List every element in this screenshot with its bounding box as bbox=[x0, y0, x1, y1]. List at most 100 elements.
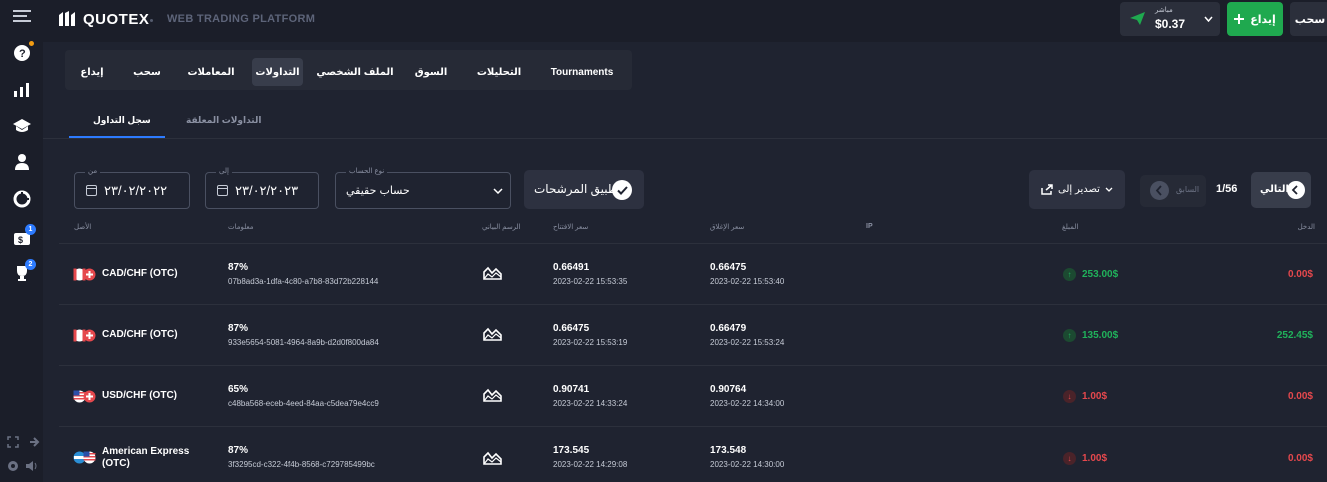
settings-sound-icon[interactable] bbox=[4, 456, 44, 476]
previous-page-button[interactable]: السابق bbox=[1140, 175, 1206, 207]
payout-percent: 87% bbox=[228, 262, 249, 273]
active-tab-indicator bbox=[69, 136, 165, 138]
trade-id: 07b8ad3a-1dfa-4c80-a7b8-83d72b228144 bbox=[228, 277, 379, 286]
menu-item-market[interactable]: السوق bbox=[403, 58, 459, 86]
next-page-button[interactable]: التالي bbox=[1251, 172, 1311, 208]
chart-icon[interactable] bbox=[483, 388, 502, 402]
open-price: 173.545 bbox=[553, 445, 590, 456]
sub-tabs: سجل التداول التداولات المعلقة bbox=[43, 104, 1327, 139]
apply-filters-button[interactable]: تطبيق المرشحات bbox=[524, 170, 644, 209]
date-to-field[interactable]: إلى ٢٣/٠٢/٢٠٢٣ bbox=[205, 167, 319, 209]
open-time: 2023-02-22 15:53:35 bbox=[553, 277, 628, 286]
account-type-label: مباشر bbox=[1155, 7, 1173, 14]
next-label: التالي bbox=[1260, 184, 1289, 195]
col-header-close-price: سعر الإغلاق bbox=[710, 224, 745, 231]
help-chat-icon[interactable]: ? bbox=[12, 41, 34, 63]
menu-item-label: التداولات bbox=[255, 66, 300, 78]
menu-icon[interactable] bbox=[12, 6, 32, 26]
tab-trade-history[interactable]: سجل التداول bbox=[93, 115, 151, 126]
close-time: 2023-02-22 15:53:40 bbox=[710, 277, 785, 286]
col-header-ip: IP bbox=[866, 223, 873, 230]
separator-dot bbox=[150, 19, 153, 22]
menu-item-label: إيداع bbox=[80, 66, 104, 78]
tab-pending-trades[interactable]: التداولات المعلقة bbox=[186, 115, 261, 126]
menu-item-deposit[interactable]: إيداع bbox=[71, 58, 113, 86]
logo-text: QUOTEX bbox=[83, 10, 150, 28]
menu-item-analytics[interactable]: التحليلات bbox=[469, 58, 529, 86]
date-from-field[interactable]: من ٢٣/٠٢/٢٠٢٢ bbox=[74, 167, 190, 209]
chevron-right-icon bbox=[1287, 181, 1305, 199]
education-icon[interactable] bbox=[12, 116, 32, 136]
close-price: 0.66475 bbox=[710, 262, 747, 273]
col-header-income: الدخل bbox=[1297, 224, 1315, 231]
menu-item-label: التحليلات bbox=[476, 66, 522, 78]
open-time: 2023-02-22 14:29:08 bbox=[553, 460, 628, 469]
account-type-select[interactable]: نوع الحساب حساب حقيقي bbox=[335, 167, 511, 209]
menu-item-profile[interactable]: الملف الشخصي bbox=[315, 58, 395, 86]
pie-icon[interactable] bbox=[12, 189, 32, 209]
close-time: 2023-02-22 14:34:00 bbox=[710, 399, 785, 408]
fullscreen-icon[interactable] bbox=[4, 432, 44, 452]
svg-text:$: $ bbox=[18, 235, 23, 245]
deposit-button[interactable]: إيداع bbox=[1227, 2, 1283, 36]
left-sidebar: ? $ 1 2 bbox=[0, 0, 43, 482]
menu-item-trades[interactable]: التداولات bbox=[252, 58, 303, 86]
account-balance-selector[interactable]: مباشر $0.37 bbox=[1120, 2, 1220, 36]
col-header-asset: الأصل bbox=[74, 224, 92, 231]
arrow-down-icon: ↓ bbox=[1063, 452, 1076, 465]
trade-id: c48ba568-eceb-4eed-84aa-c5dea79e4cc9 bbox=[228, 399, 379, 408]
notification-dot bbox=[29, 41, 34, 46]
menu-item-label: المعاملات bbox=[187, 66, 235, 78]
tickets-badge: 1 bbox=[25, 224, 36, 235]
export-icon bbox=[1041, 184, 1053, 195]
trade-id: 3f3295cd-c322-4f4b-8568-c729785499bc bbox=[228, 460, 375, 469]
withdraw-button[interactable]: سحب bbox=[1290, 2, 1327, 36]
trade-amount: 135.00$ bbox=[1082, 330, 1119, 341]
plus-icon bbox=[1234, 14, 1245, 24]
export-label: تصدير إلى bbox=[1058, 184, 1100, 195]
close-time: 2023-02-22 15:53:24 bbox=[710, 338, 785, 347]
open-time: 2023-02-22 14:33:24 bbox=[553, 399, 628, 408]
chevron-down-icon bbox=[493, 188, 503, 194]
menu-item-transactions[interactable]: المعاملات bbox=[181, 58, 241, 86]
date-from-value: ٢٣/٠٢/٢٠٢٢ bbox=[104, 183, 168, 198]
asset-name: CAD/CHF (OTC) bbox=[102, 329, 178, 340]
menu-item-label: Tournaments bbox=[550, 66, 614, 78]
flag-usd-chf-icon bbox=[73, 390, 96, 403]
payout-percent: 65% bbox=[228, 384, 249, 395]
tickets-icon[interactable]: $ 1 bbox=[12, 224, 36, 248]
chevron-down-icon bbox=[1204, 16, 1213, 22]
menu-item-tournaments[interactable]: Tournaments bbox=[539, 58, 625, 86]
export-button[interactable]: تصدير إلى bbox=[1029, 170, 1125, 209]
chart-icon[interactable] bbox=[483, 327, 502, 341]
chart-bars-icon[interactable] bbox=[12, 80, 32, 100]
arrow-down-icon: ↓ bbox=[1063, 390, 1076, 403]
payout-percent: 87% bbox=[228, 445, 249, 456]
open-price: 0.90741 bbox=[553, 384, 590, 395]
menu-item-label: الملف الشخصي bbox=[316, 66, 394, 78]
date-to-value: ٢٣/٠٢/٢٠٢٣ bbox=[235, 183, 299, 198]
trade-income: 252.45$ bbox=[1276, 330, 1313, 341]
top-header: QUOTEX WEB TRADING PLATFORM مباشر $0.37 … bbox=[43, 0, 1327, 42]
chart-icon[interactable] bbox=[483, 451, 502, 465]
account-type-value: حساب حقيقي bbox=[346, 185, 410, 197]
chart-icon[interactable] bbox=[483, 266, 502, 280]
user-icon[interactable] bbox=[12, 152, 32, 172]
table-row[interactable]: CAD/CHF (OTC) 87% 933e5654-5081-4964-8a9… bbox=[59, 304, 1327, 365]
trade-income: 0.00$ bbox=[1287, 269, 1313, 280]
flag-cad-chf-icon bbox=[73, 268, 96, 281]
trade-amount: 1.00$ bbox=[1082, 391, 1108, 402]
date-from-label: من bbox=[85, 167, 101, 175]
open-price: 0.66475 bbox=[553, 323, 590, 334]
quotex-logo[interactable]: QUOTEX bbox=[57, 10, 149, 28]
apply-filters-label: تطبيق المرشحات bbox=[534, 182, 622, 196]
table-row[interactable]: USD/CHF (OTC) 65% c48ba568-eceb-4eed-84a… bbox=[59, 365, 1327, 426]
menu-item-withdraw[interactable]: سحب bbox=[125, 58, 169, 86]
trophy-icon[interactable]: 2 bbox=[12, 259, 36, 283]
table-row[interactable]: American Express (OTC) 87% 3f3295cd-c322… bbox=[59, 426, 1327, 482]
logo-icon bbox=[59, 11, 75, 26]
deposit-label: إيداع bbox=[1250, 13, 1276, 26]
asset-name: American Express (OTC) bbox=[102, 446, 190, 469]
table-row[interactable]: CAD/CHF (OTC) 87% 07b8ad3a-1dfa-4c80-a7b… bbox=[59, 243, 1327, 304]
calendar-icon bbox=[217, 185, 228, 196]
